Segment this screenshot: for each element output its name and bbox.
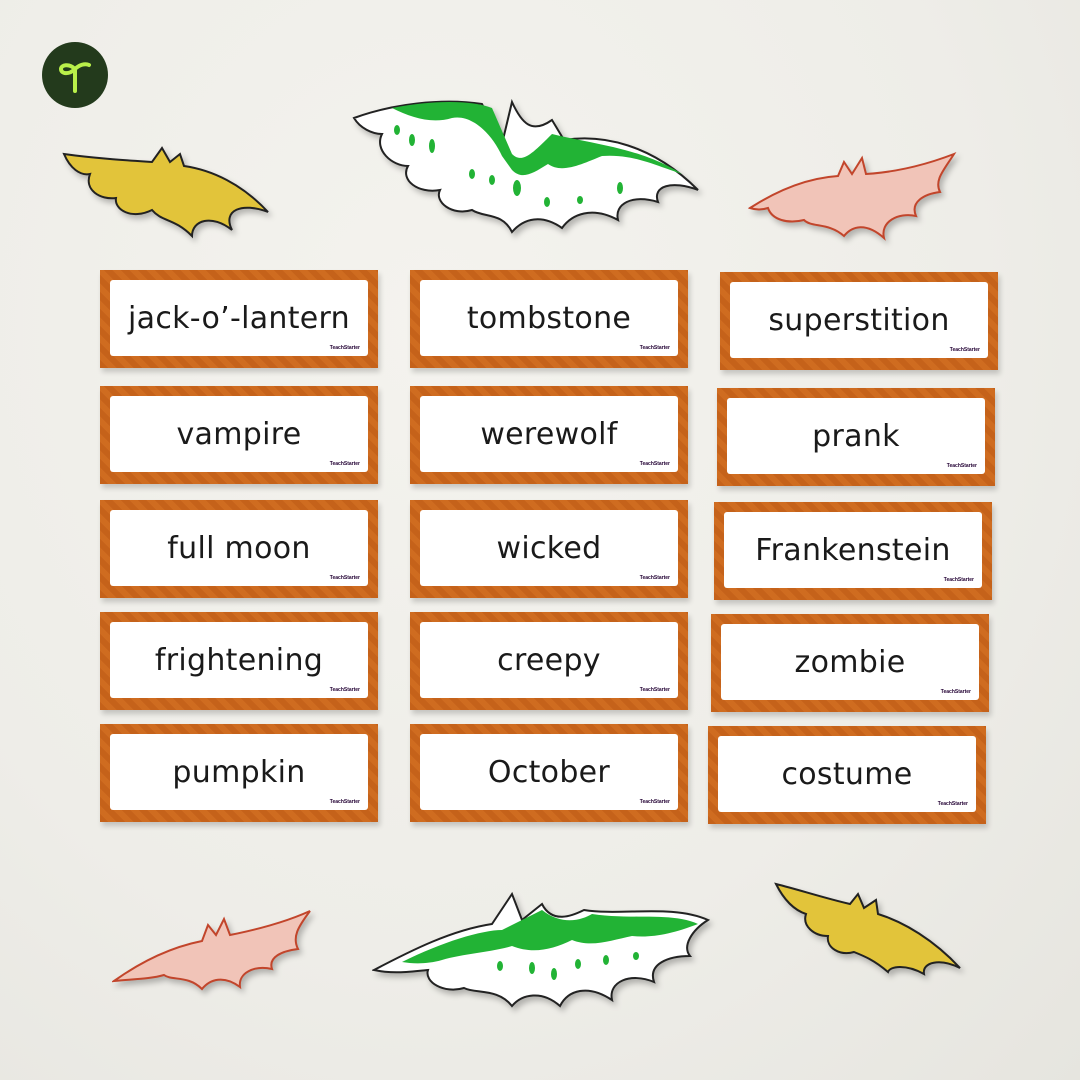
word-card: Frankenstein TeachStarter <box>714 502 992 600</box>
word-card: creepy TeachStarter <box>410 612 688 710</box>
card-word: creepy <box>497 642 601 678</box>
card-brand-mark: TeachStarter <box>940 689 971 695</box>
card-word: superstition <box>768 302 950 338</box>
yellow-bat-bottom-right <box>774 882 961 976</box>
card-face: frightening TeachStarter <box>110 622 368 698</box>
card-word: jack-o’-lantern <box>128 300 350 336</box>
teach-starter-logo <box>42 42 108 108</box>
word-card: jack-o’-lantern TeachStarter <box>100 270 378 368</box>
card-brand-mark: TeachStarter <box>639 575 670 581</box>
card-word: October <box>487 754 611 790</box>
card-brand-mark: TeachStarter <box>639 461 670 467</box>
card-face: prank TeachStarter <box>727 398 985 474</box>
card-word: tombstone <box>466 300 632 336</box>
card-face: full moon TeachStarter <box>110 510 368 586</box>
sprout-icon <box>58 62 91 93</box>
card-brand-mark: TeachStarter <box>639 799 670 805</box>
card-face: zombie TeachStarter <box>721 624 979 700</box>
card-brand-mark: TeachStarter <box>946 463 977 469</box>
word-card: frightening TeachStarter <box>100 612 378 710</box>
yellow-bat-top-left <box>62 146 269 239</box>
card-brand-mark: TeachStarter <box>937 801 968 807</box>
card-word: wicked <box>496 530 602 566</box>
word-card: superstition TeachStarter <box>720 272 998 370</box>
word-card: wicked TeachStarter <box>410 500 688 598</box>
card-brand-mark: TeachStarter <box>329 687 360 693</box>
card-face: Frankenstein TeachStarter <box>724 512 982 588</box>
slime-bat-top-center <box>352 98 699 234</box>
card-brand-mark: TeachStarter <box>639 687 670 693</box>
card-word: full moon <box>167 530 311 566</box>
card-word: werewolf <box>480 416 618 452</box>
word-card: tombstone TeachStarter <box>410 270 688 368</box>
card-brand-mark: TeachStarter <box>949 347 980 353</box>
card-word: frightening <box>154 642 324 678</box>
card-face: October TeachStarter <box>420 734 678 810</box>
word-card: werewolf TeachStarter <box>410 386 688 484</box>
card-face: vampire TeachStarter <box>110 396 368 472</box>
card-brand-mark: TeachStarter <box>329 461 360 467</box>
card-face: tombstone TeachStarter <box>420 280 678 356</box>
word-card: vampire TeachStarter <box>100 386 378 484</box>
word-card: costume TeachStarter <box>708 726 986 824</box>
card-face: pumpkin TeachStarter <box>110 734 368 810</box>
pink-bat-bottom-left <box>112 910 311 991</box>
word-card: October TeachStarter <box>410 724 688 822</box>
card-brand-mark: TeachStarter <box>639 345 670 351</box>
card-word: zombie <box>794 644 906 680</box>
card-face: creepy TeachStarter <box>420 622 678 698</box>
card-face: superstition TeachStarter <box>730 282 988 358</box>
card-word: prank <box>812 418 900 454</box>
card-brand-mark: TeachStarter <box>943 577 974 583</box>
card-face: costume TeachStarter <box>718 736 976 812</box>
card-word: vampire <box>176 416 302 452</box>
card-word: costume <box>781 756 913 792</box>
card-word: pumpkin <box>172 754 306 790</box>
pink-bat-top-right <box>748 151 957 241</box>
card-brand-mark: TeachStarter <box>329 799 360 805</box>
word-card: prank TeachStarter <box>717 388 995 486</box>
card-word: Frankenstein <box>755 532 951 568</box>
slime-bat-bottom-center <box>372 891 710 1008</box>
word-card: pumpkin TeachStarter <box>100 724 378 822</box>
word-card: full moon TeachStarter <box>100 500 378 598</box>
word-card: zombie TeachStarter <box>711 614 989 712</box>
card-brand-mark: TeachStarter <box>329 345 360 351</box>
card-brand-mark: TeachStarter <box>329 575 360 581</box>
card-face: wicked TeachStarter <box>420 510 678 586</box>
card-face: werewolf TeachStarter <box>420 396 678 472</box>
card-face: jack-o’-lantern TeachStarter <box>110 280 368 356</box>
